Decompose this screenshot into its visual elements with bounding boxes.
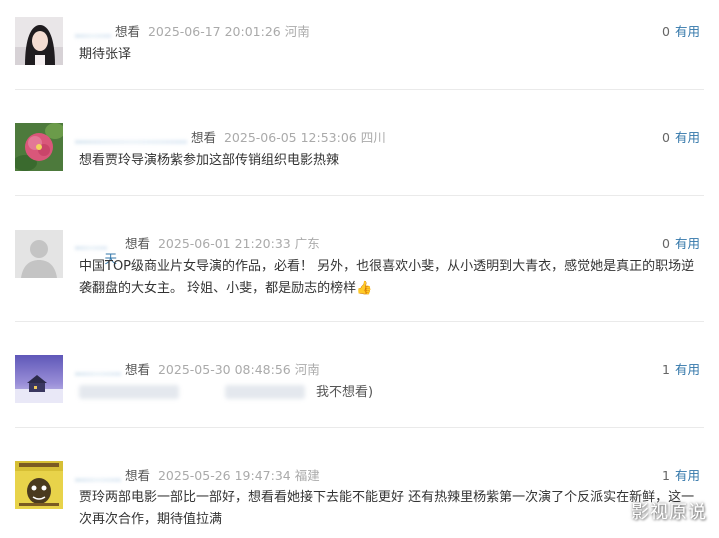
comment-time: 2025-06-01 21:20:33 xyxy=(157,236,291,251)
useful-vote[interactable]: 1 有用 xyxy=(662,465,700,484)
useful-button[interactable]: 有用 xyxy=(675,236,700,251)
comment-location: 河南 xyxy=(294,362,320,377)
comment-meta: 想看 2025-05-26 19:47:34 福建 xyxy=(75,465,320,484)
comment-location: 福建 xyxy=(294,468,320,483)
useful-button[interactable]: 有用 xyxy=(675,468,700,483)
avatar[interactable] xyxy=(15,17,63,65)
useful-vote[interactable]: 1 有用 xyxy=(662,359,700,378)
redacted-text xyxy=(225,385,305,399)
divider xyxy=(15,195,704,196)
comment-meta: 想看 2025-05-30 08:48:56 河南 xyxy=(75,359,320,378)
divider xyxy=(15,427,704,428)
divider xyxy=(15,89,704,90)
comment-time: 2025-05-26 19:47:34 xyxy=(157,468,291,483)
vote-count: 0 xyxy=(662,24,670,39)
watermark: 影视原说 xyxy=(631,502,707,523)
avatar[interactable] xyxy=(15,230,63,278)
watch-status: 想看 xyxy=(114,24,140,39)
comment-text: 我不想看) xyxy=(316,385,374,400)
comment-location: 四川 xyxy=(360,130,386,145)
comment-text: 期待张译 xyxy=(79,47,132,62)
useful-button[interactable]: 有用 xyxy=(675,130,700,145)
comment-time: 2025-06-05 12:53:06 xyxy=(223,130,357,145)
divider xyxy=(15,321,704,322)
useful-vote[interactable]: 0 有用 xyxy=(662,233,700,252)
redacted-text xyxy=(79,385,179,399)
comment-text: 中国TOP级商业片女导演的作品，必看！ 另外，也很喜欢小斐，从小透明到大青衣，感… xyxy=(79,259,695,296)
useful-button[interactable]: 有用 xyxy=(675,362,700,377)
comment-meta: 想看 2025-06-17 20:01:26 河南 xyxy=(75,21,310,40)
comment-time: 2025-06-17 20:01:26 xyxy=(147,24,281,39)
vote-count: 1 xyxy=(662,362,670,377)
comment-text: 想看贾玲导演杨紫参加这部传销组织电影热辣 xyxy=(79,153,340,168)
comment-meta: 想看 2025-06-05 12:53:06 四川 xyxy=(75,127,386,146)
comment-time: 2025-05-30 08:48:56 xyxy=(157,362,291,377)
avatar[interactable] xyxy=(15,355,63,403)
comment-location: 广东 xyxy=(294,236,320,251)
watch-status: 想看 xyxy=(190,130,216,145)
useful-vote[interactable]: 0 有用 xyxy=(662,127,700,146)
watch-status: 想看 xyxy=(124,468,150,483)
useful-vote[interactable]: 0 有用 xyxy=(662,21,700,40)
avatar[interactable] xyxy=(15,123,63,171)
watch-status: 想看 xyxy=(124,236,150,251)
avatar[interactable] xyxy=(15,461,63,509)
useful-button[interactable]: 有用 xyxy=(675,24,700,39)
comment-location: 河南 xyxy=(284,24,310,39)
vote-count: 0 xyxy=(662,130,670,145)
comment-meta: 天 想看 2025-06-01 21:20:33 广东 xyxy=(75,233,320,266)
vote-count: 0 xyxy=(662,236,670,251)
watch-status: 想看 xyxy=(124,362,150,377)
vote-count: 1 xyxy=(662,468,670,483)
comment-text: 贾玲两部电影一部比一部好，想看看她接下去能不能更好 还有热辣里杨紫第一次演了个反… xyxy=(79,490,695,527)
